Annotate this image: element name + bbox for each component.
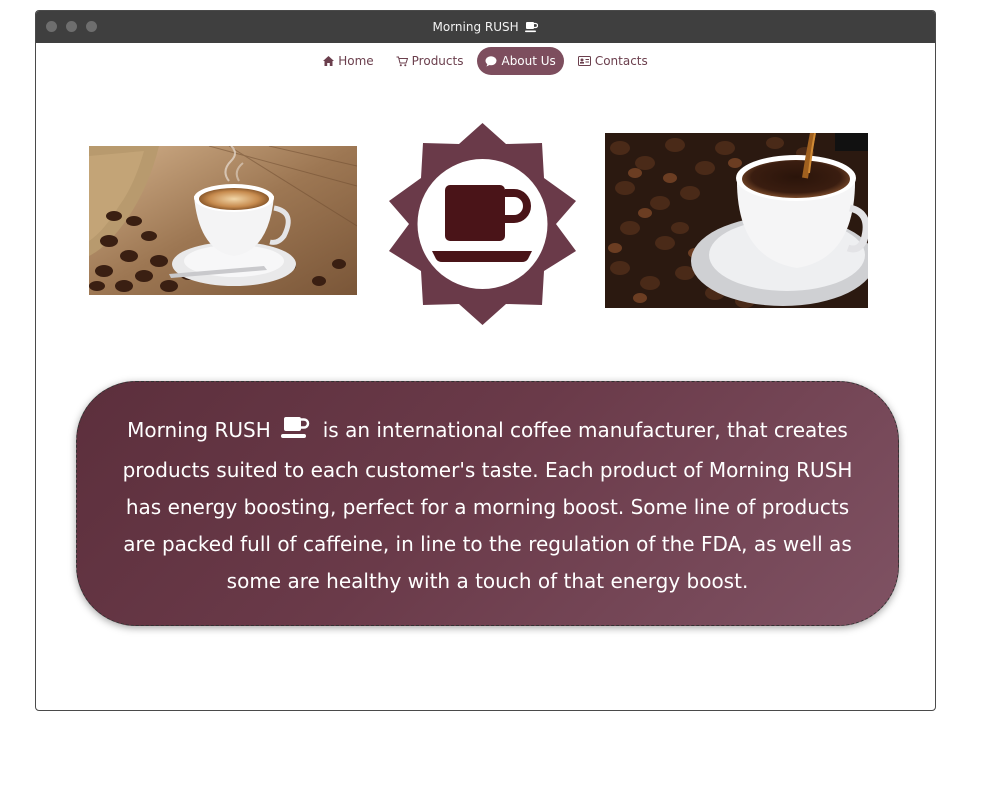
about-us-card: Morning RUSH is an international coffee m…: [76, 381, 899, 626]
id-card-icon: [577, 56, 591, 66]
about-description: is an international coffee manufacturer,…: [122, 418, 853, 593]
nav-item-products[interactable]: Products: [388, 47, 472, 75]
nav-label-about-us: About Us: [501, 54, 556, 68]
nav-label-contacts: Contacts: [594, 54, 648, 68]
title-bar: Morning RUSH: [36, 11, 935, 43]
speech-bubble-icon: [485, 55, 497, 67]
coffee-cup-icon: [280, 415, 311, 452]
coffee-cup-with-beans-photo: [89, 146, 357, 295]
nav-item-contacts[interactable]: Contacts: [570, 47, 656, 75]
nav-label-products: Products: [411, 54, 464, 68]
about-brand-name: Morning RUSH: [127, 418, 271, 442]
main-nav: Home Products About Us Contacts: [36, 46, 935, 76]
coffee-cup-icon: [525, 21, 539, 37]
coffee-cup-sun-logo: [386, 123, 579, 325]
browser-window: Morning RUSH Home Products About Us Cont…: [35, 10, 936, 711]
cart-icon: [396, 56, 408, 67]
coffee-pouring-cup-photo: [605, 133, 868, 308]
nav-label-home: Home: [338, 54, 374, 68]
window-title: Morning RUSH: [36, 19, 935, 37]
window-title-text: Morning RUSH: [432, 20, 519, 34]
nav-item-about-us[interactable]: About Us: [477, 47, 564, 75]
home-icon: [323, 56, 335, 66]
nav-item-home[interactable]: Home: [315, 47, 381, 75]
